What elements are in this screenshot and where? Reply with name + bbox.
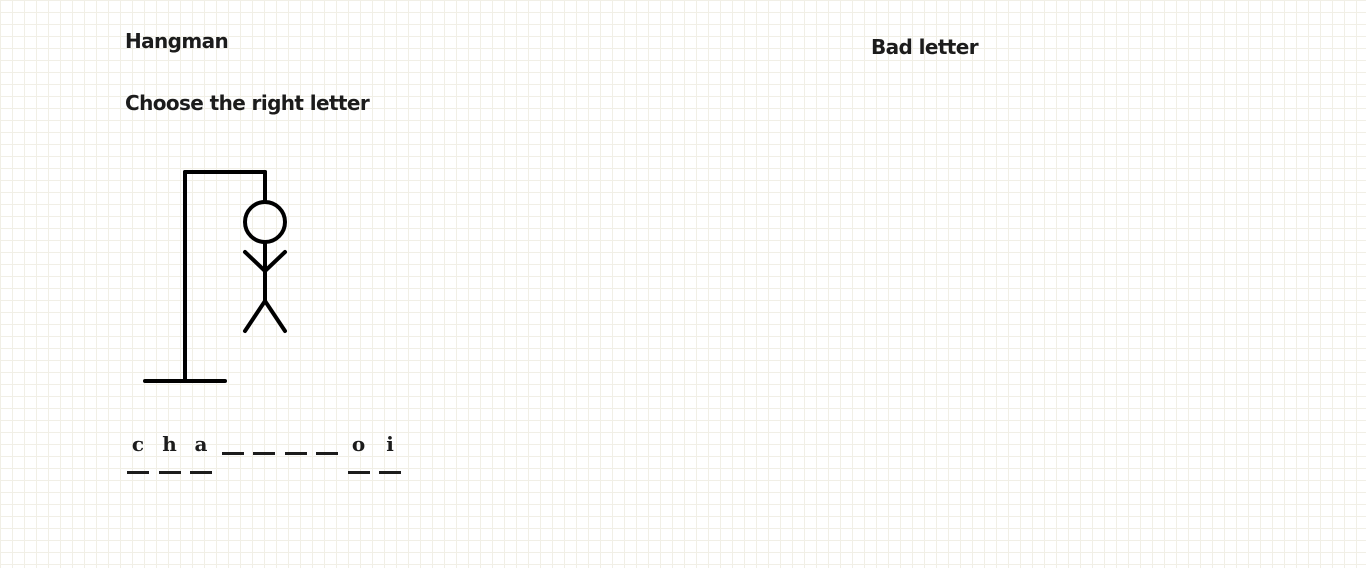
letter-slot (253, 428, 275, 474)
hangman-drawing (143, 170, 287, 383)
letter-slot (284, 428, 307, 474)
letter-slot-char: a (194, 432, 208, 456)
letter-slot: o (347, 428, 370, 474)
bad-letters-title: Bad letter (871, 35, 979, 59)
hangman-left-arm (243, 250, 267, 273)
letter-slot: a (190, 428, 212, 474)
hangman-right-arm (263, 250, 287, 273)
letter-slot-underline (190, 471, 212, 474)
letter-slot: h (158, 428, 181, 474)
letter-slot-underline (347, 471, 370, 474)
letter-slot (316, 428, 338, 474)
letter-slot-underline (253, 452, 275, 455)
letter-slot-underline (379, 471, 401, 474)
hangman-right-leg (263, 299, 287, 333)
game-title: Hangman (125, 29, 229, 53)
hangman-head (243, 200, 287, 244)
letter-slot-char: c (131, 432, 145, 456)
letter-slot-char: i (386, 432, 394, 456)
game-instruction: Choose the right letter (125, 91, 370, 115)
letter-slot-underline (158, 471, 181, 474)
letter-slot-underline (221, 452, 244, 455)
letter-slot (221, 428, 244, 474)
letter-slot-underline (316, 452, 338, 455)
letter-slot-underline (127, 471, 149, 474)
letter-slot: c (127, 428, 149, 474)
letter-slot-char: h (162, 432, 177, 456)
hangman-left-leg (243, 299, 267, 333)
letter-slot: i (379, 428, 401, 474)
letter-slot-underline (284, 452, 307, 455)
word-display: cha oi (127, 428, 411, 474)
letter-slot-char: o (351, 432, 366, 456)
